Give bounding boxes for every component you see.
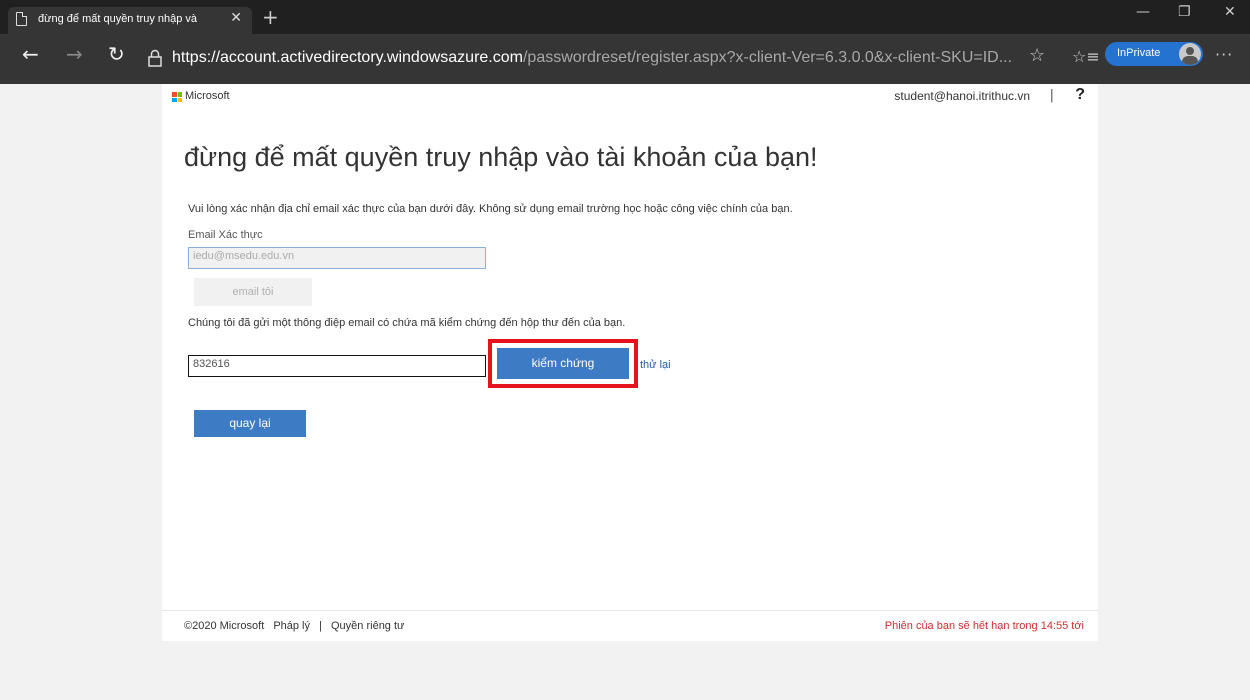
footer-divider: | [319, 620, 322, 632]
legal-link[interactable]: Pháp lý [273, 620, 310, 632]
page-title: đừng để mất quyền truy nhập vào tài khoả… [184, 142, 818, 172]
retry-link[interactable]: thử lại [640, 359, 671, 371]
copyright-text: ©2020 Microsoft [184, 620, 265, 632]
new-tab-button[interactable]: + [262, 7, 279, 27]
url-host: https://account.activedirectory.windowsa… [172, 49, 523, 66]
restore-icon[interactable]: ❐ [1178, 4, 1191, 20]
back-icon[interactable]: ← [22, 44, 39, 64]
brand-label: Microsoft [185, 90, 230, 102]
back-button[interactable]: quay lại [194, 410, 306, 437]
help-button[interactable]: ? [1075, 86, 1085, 104]
favorite-star-icon[interactable]: ☆ [1029, 45, 1045, 66]
url-path: /passwordreset/register.aspx?x-client-Ve… [522, 49, 1013, 66]
inprivate-badge[interactable]: InPrivate [1105, 42, 1203, 66]
tab-title: đừng để mất quyền truy nhập và [38, 13, 198, 25]
page-content: Microsoft student@hanoi.itrithuc.vn | ? … [162, 84, 1098, 641]
avatar [1179, 43, 1201, 65]
sent-message: Chúng tôi đã gửi một thông điệp email có… [188, 317, 626, 329]
browser-titlebar: đừng để mất quyền truy nhập và ✕ + — ❐ ✕ [0, 0, 1250, 34]
minimize-icon[interactable]: — [1136, 4, 1150, 20]
footer: ©2020 Microsoft Pháp lý | Quyền riêng tư… [162, 610, 1098, 641]
favorites-icon[interactable]: ☆≡ [1072, 47, 1100, 66]
more-options-icon[interactable]: ··· [1215, 45, 1233, 64]
user-email[interactable]: student@hanoi.itrithuc.vn [894, 89, 1030, 103]
intro-text: Vui lòng xác nhận địa chỉ email xác thực… [188, 203, 793, 215]
refresh-icon[interactable]: ↻ [108, 44, 125, 64]
close-tab-icon[interactable]: ✕ [230, 10, 242, 26]
email-me-button[interactable]: email tôi [194, 278, 312, 306]
session-expiry-text: Phiên của bạn sẽ hết hạn trong 14:55 tới [884, 620, 1084, 632]
close-window-icon[interactable]: ✕ [1224, 4, 1236, 20]
email-field[interactable]: iedu@msedu.edu.vn [188, 247, 486, 269]
microsoft-logo-icon [172, 92, 182, 102]
inprivate-label: InPrivate [1117, 47, 1161, 59]
url-field[interactable]: https://account.activedirectory.windowsa… [172, 49, 1012, 67]
address-bar: ← → ↻ https://account.activedirectory.wi… [0, 34, 1250, 84]
forward-icon[interactable]: → [66, 44, 83, 64]
email-label: Email Xác thực [188, 229, 263, 241]
page-icon [16, 12, 27, 26]
privacy-link[interactable]: Quyền riêng tư [331, 620, 404, 632]
lock-icon[interactable] [148, 49, 162, 67]
verify-button[interactable]: kiểm chứng [497, 348, 629, 379]
verification-code-input[interactable]: 832616 [188, 355, 486, 377]
browser-tab[interactable]: đừng để mất quyền truy nhập và ✕ [8, 7, 252, 34]
header-separator: | [1049, 88, 1054, 103]
